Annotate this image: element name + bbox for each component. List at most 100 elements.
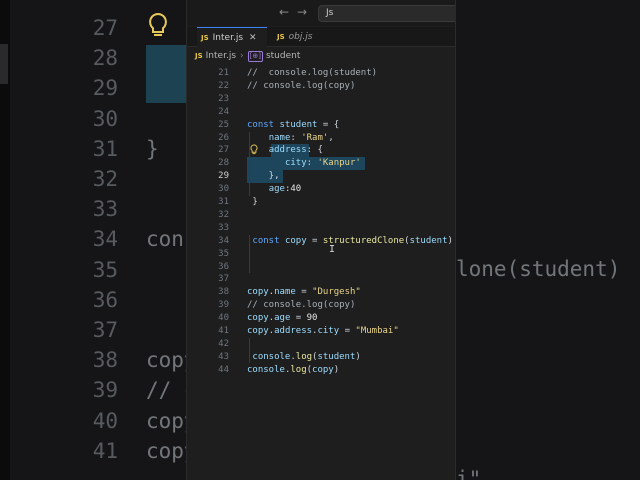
line-number: 43 (218, 351, 229, 362)
line-number: 27 (218, 145, 229, 156)
line-number: 32 (218, 209, 229, 220)
line-number: 37 (218, 274, 229, 285)
code-text: copy.name = "Durgesh" (247, 287, 361, 298)
code-text: console.log(student) (252, 351, 361, 362)
code-text: const student = { (247, 119, 340, 130)
background-line-number: 40 (92, 408, 118, 433)
line-number: 42 (218, 338, 229, 349)
line-number: 28 (218, 158, 229, 169)
background-line-number: 36 (92, 287, 118, 312)
code-text: name: 'Ram', (268, 132, 334, 143)
tab-bar: JS Inter.js ✕ JS obj.js (187, 27, 455, 47)
code-line[interactable]: 36 (187, 261, 455, 274)
right-backdrop (456, 0, 640, 480)
code-text: // console.log(copy) (247, 300, 356, 311)
js-file-icon: JS (195, 52, 203, 60)
code-line[interactable]: 31 } (187, 196, 455, 209)
command-search-box[interactable]: Js (318, 5, 455, 22)
code-line[interactable]: 42 (187, 338, 455, 351)
background-line-number: 39 (92, 378, 118, 403)
code-text: } (247, 197, 258, 207)
code-area[interactable]: 21 // console.log(student) 22 // console.lo… (187, 67, 455, 480)
line-number: 38 (218, 287, 229, 298)
code-text: address: { (268, 145, 323, 156)
code-line[interactable]: 30 age:40 (187, 183, 455, 196)
symbol-variable-icon: [⊕] (247, 51, 263, 62)
code-line[interactable]: 43 console.log(student) (187, 351, 455, 364)
background-line-number: 27 (92, 16, 118, 40)
background-line-number: 32 (92, 167, 118, 191)
line-number: 34 (218, 235, 229, 246)
code-line[interactable]: 25 const student = { (187, 119, 455, 132)
background-code-text: } (146, 136, 159, 161)
code-line[interactable]: 28 city: 'Kanpur' (187, 157, 455, 170)
code-text: copy.address.city = "Mumbai" (247, 326, 399, 336)
code-line[interactable]: 29 }, (187, 170, 455, 183)
js-file-icon: JS (277, 33, 285, 41)
code-line[interactable]: 44 console.log(copy) (187, 364, 455, 377)
background-line-number: 30 (92, 106, 118, 131)
code-text: age:40 (268, 184, 302, 195)
tab-obj-js[interactable]: JS obj.js (273, 27, 333, 47)
close-icon[interactable]: ✕ (249, 33, 257, 43)
background-line-number: 28 (92, 46, 118, 71)
background-line-number: 35 (92, 257, 118, 282)
text-cursor-icon: I (329, 244, 336, 255)
code-line[interactable]: 27 address: { (187, 144, 455, 157)
code-text: // console.log(copy) (247, 80, 356, 91)
line-number: 35 (218, 248, 229, 259)
code-line[interactable]: 21 // console.log(student) (187, 67, 455, 80)
code-line[interactable]: 22 // console.log(copy) (187, 80, 455, 93)
js-file-icon: JS (201, 34, 209, 42)
line-number: 44 (218, 364, 229, 375)
code-text: }, (247, 171, 280, 182)
tab-label: Inter.js (212, 33, 244, 43)
code-line[interactable]: 39 // console.log(copy) (187, 299, 455, 312)
code-line[interactable]: 35 (187, 248, 455, 261)
code-line[interactable]: 32 (187, 209, 455, 222)
code-line[interactable]: 26 name: 'Ram', (187, 132, 455, 145)
tab-inter-js[interactable]: JS Inter.js ✕ (197, 27, 267, 47)
code-line[interactable]: 40 copy.age = 90 (187, 312, 455, 325)
code-line[interactable]: 23 (187, 93, 455, 106)
back-arrow-icon[interactable]: ← (279, 5, 289, 19)
line-number: 24 (218, 106, 229, 117)
line-number: 22 (218, 80, 229, 91)
code-line[interactable]: 37 (187, 273, 455, 286)
tab-label: obj.js (288, 32, 313, 42)
code-text: // console.log(student) (247, 68, 378, 78)
code-line[interactable]: 34 const copy = structuredClone(student) (187, 235, 455, 248)
code-line[interactable]: 33 (187, 222, 455, 235)
line-number: 39 (218, 300, 229, 311)
code-text: city: 'Kanpur' (284, 158, 361, 169)
line-number: 26 (218, 132, 229, 143)
line-number: 21 (218, 68, 229, 78)
line-number: 40 (218, 313, 229, 324)
title-bar: ← → Js (187, 0, 455, 26)
line-number: 29 (218, 171, 229, 182)
line-number: 36 (218, 261, 229, 272)
code-line[interactable]: 38 copy.name = "Durgesh" (187, 286, 455, 299)
code-line[interactable]: 41 copy.address.city = "Mumbai" (187, 325, 455, 338)
forward-arrow-icon[interactable]: → (297, 5, 307, 19)
line-number: 23 (218, 93, 229, 104)
breadcrumb-separator: › (240, 51, 244, 61)
line-number: 41 (218, 326, 229, 336)
code-text: copy.age = 90 (247, 313, 318, 324)
line-number: 30 (218, 184, 229, 195)
background-line-number: 31 (92, 136, 118, 161)
line-number: 31 (218, 197, 229, 207)
code-line[interactable]: 24 (187, 106, 455, 119)
line-number: 33 (218, 222, 229, 233)
breadcrumb: JS Inter.js › [⊕] student (187, 48, 455, 64)
breadcrumb-file[interactable]: Inter.js (206, 51, 236, 61)
code-editor-window: ← → Js JS Inter.js ✕ JS obj.js JS Inter.js ›[… (186, 0, 456, 480)
code-text: const copy = structuredClone(student) (252, 235, 453, 246)
background-line-number: 37 (92, 318, 118, 342)
background-line-number: 33 (92, 197, 118, 222)
line-number: 25 (218, 119, 229, 130)
breadcrumb-symbol[interactable]: student (266, 51, 300, 61)
background-line-number: 38 (92, 348, 118, 373)
background-line-number: 29 (92, 76, 118, 101)
code-text: console.log(copy) (247, 364, 340, 375)
